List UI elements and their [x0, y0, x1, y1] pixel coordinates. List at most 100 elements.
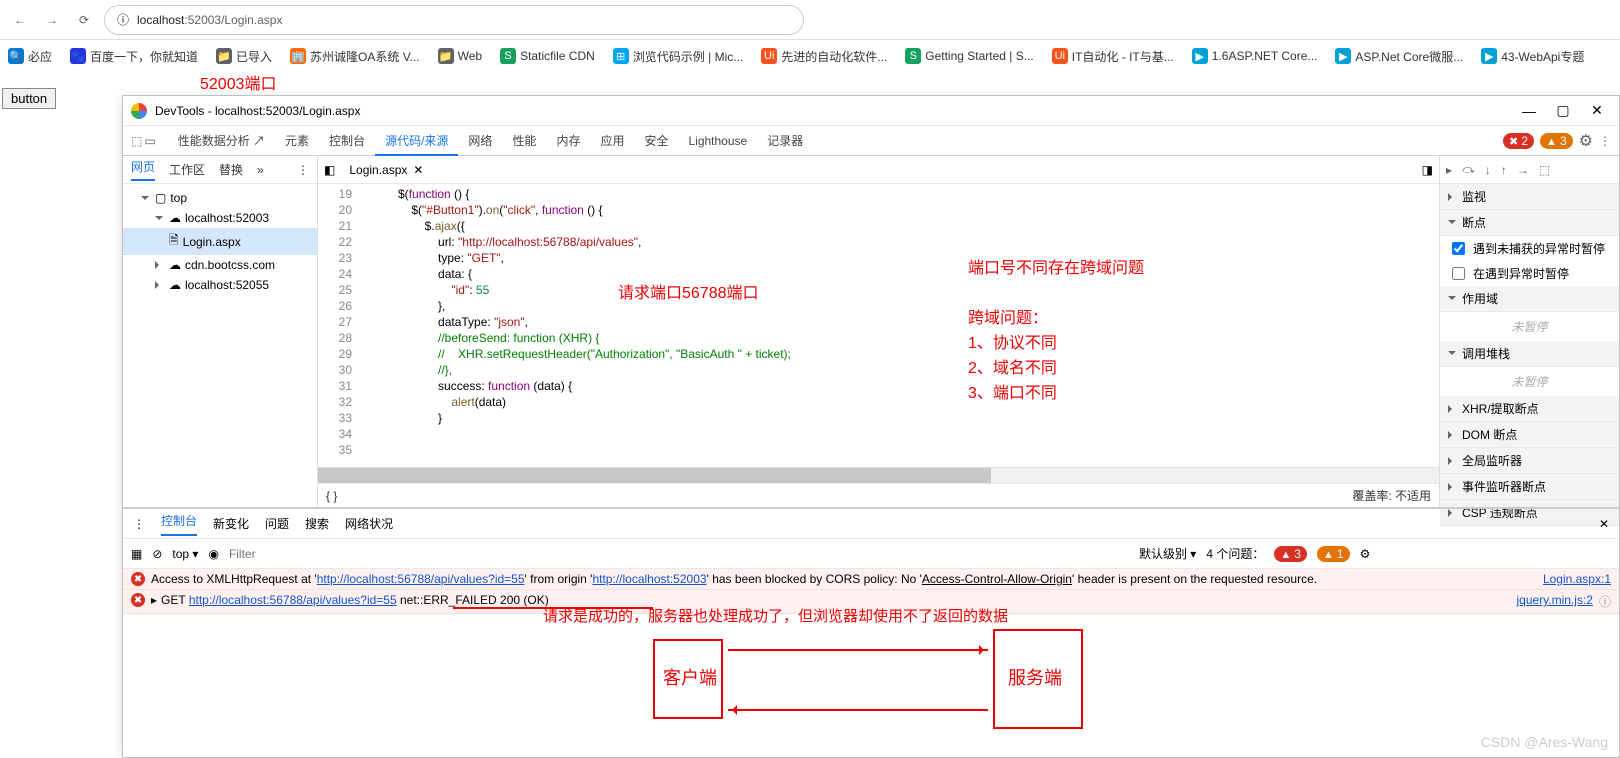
devtools-tab[interactable]: 安全 — [634, 128, 678, 154]
xhr-bp-header[interactable]: XHR/提取断点 — [1440, 396, 1619, 422]
maximize-button[interactable]: ▢ — [1549, 100, 1577, 122]
reload-button[interactable]: ⟳ — [72, 8, 96, 32]
console-error-cors: ✖ Access to XMLHttpRequest at 'http://lo… — [123, 569, 1619, 590]
bp-caught-checkbox[interactable] — [1452, 267, 1465, 280]
editor-more-icon[interactable]: ◨ — [1422, 163, 1433, 177]
file-nav-icon[interactable]: ◧ — [324, 163, 335, 177]
horizontal-scrollbar[interactable] — [318, 467, 1439, 483]
console-tabs: ⋮ 控制台 新变化 问题 搜索 网络状况 ✕ — [123, 509, 1619, 539]
drawer-close-icon[interactable]: ✕ — [1599, 517, 1609, 531]
deactivate-bp-icon[interactable]: ⬚ — [1539, 163, 1550, 177]
bookmark-item[interactable]: ▶1.6ASP.NET Core... — [1192, 48, 1318, 64]
warning-count-badge[interactable]: ▲ 3 — [1540, 133, 1573, 149]
tree-host-52055[interactable]: ☁ localhost:52055 — [123, 275, 317, 295]
clear-console-icon[interactable]: ⊘ — [152, 547, 162, 561]
step-into-icon[interactable]: ↓ — [1485, 163, 1491, 177]
error-source-link-2[interactable]: jquery.min.js:2 — [1517, 593, 1593, 610]
console-output[interactable]: ✖ Access to XMLHttpRequest at 'http://lo… — [123, 569, 1619, 757]
sidebar-more-icon[interactable]: ⋮ — [297, 163, 309, 177]
resume-icon[interactable]: ▸ — [1446, 163, 1452, 177]
issues-error-badge[interactable]: ▲ 3 — [1274, 546, 1307, 562]
bp-uncaught-label: 遇到未捕获的异常时暂停 — [1473, 240, 1605, 257]
back-button[interactable]: ← — [8, 8, 32, 32]
console-filter-input[interactable] — [229, 547, 1129, 561]
page-button[interactable]: button — [2, 88, 56, 109]
devtools-tab[interactable]: 控制台 — [319, 128, 375, 154]
event-bp-header[interactable]: 事件监听器断点 — [1440, 474, 1619, 500]
settings-icon[interactable]: ⚙ — [1579, 131, 1593, 151]
tree-file-login[interactable]: 🗎 Login.aspx — [123, 228, 317, 255]
console-sidebar-icon[interactable]: ▦ — [131, 547, 142, 561]
breakpoints-header[interactable]: 断点 — [1440, 210, 1619, 236]
error-source-link[interactable]: Login.aspx:1 — [1543, 572, 1611, 586]
devtools-tab[interactable]: 网络 — [458, 128, 502, 154]
browser-nav: ← → ⟳ ⓘ localhost:52003/Login.aspx — [0, 0, 1620, 40]
devtools-tab[interactable]: 源代码/来源 — [375, 128, 458, 156]
tab-search[interactable]: 搜索 — [305, 515, 329, 532]
bookmark-item[interactable]: 📁已导入 — [216, 48, 272, 65]
scope-header[interactable]: 作用域 — [1440, 286, 1619, 312]
file-tab-login[interactable]: Login.aspx ✕ — [343, 159, 429, 181]
drawer-menu-icon[interactable]: ⋮ — [133, 517, 145, 531]
devtools-tab[interactable]: 记录器 — [757, 128, 813, 154]
devtools-tab[interactable]: Lighthouse — [678, 128, 757, 154]
bp-uncaught-checkbox[interactable] — [1452, 242, 1465, 255]
devtools-tab[interactable]: 性能数据分析 ↗ — [168, 128, 275, 154]
tab-workspace[interactable]: 工作区 — [169, 161, 205, 178]
issues-warn-badge[interactable]: ▲ 1 — [1317, 546, 1350, 562]
bookmark-item[interactable]: ▶43-WebApi专题 — [1481, 48, 1584, 65]
bookmark-item[interactable]: SGetting Started | S... — [905, 48, 1034, 64]
issues-label: 4 个问题： — [1206, 545, 1264, 562]
tree-top[interactable]: ▢ top — [123, 188, 317, 208]
close-button[interactable]: ✕ — [1583, 100, 1611, 122]
minimize-button[interactable]: — — [1515, 100, 1543, 122]
bookmark-item[interactable]: SStaticfile CDN — [500, 48, 595, 64]
step-icon[interactable]: → — [1517, 163, 1529, 177]
code-area[interactable]: 1920212223242526272829303132333435 $(fun… — [318, 184, 1439, 467]
tab-page[interactable]: 网页 — [131, 158, 155, 181]
devtools-tab[interactable]: 元素 — [275, 128, 319, 154]
callstack-header[interactable]: 调用堆栈 — [1440, 341, 1619, 367]
tree-host-52003[interactable]: ☁ localhost:52003 — [123, 208, 317, 228]
tab-overrides[interactable]: 替换 — [219, 161, 243, 178]
tab-network-cond[interactable]: 网络状况 — [345, 515, 393, 532]
tab-more[interactable]: » — [257, 163, 264, 177]
more-icon[interactable]: ⋮ — [1599, 134, 1611, 148]
tree-host-cdn[interactable]: ☁ cdn.bootcss.com — [123, 255, 317, 275]
bookmark-item[interactable]: 🔍必应 — [8, 48, 52, 65]
dom-bp-header[interactable]: DOM 断点 — [1440, 422, 1619, 448]
format-icon[interactable]: { } — [326, 489, 337, 503]
tab-issues[interactable]: 问题 — [265, 515, 289, 532]
bookmark-item[interactable]: ⊞浏览代码示例 | Mic... — [613, 48, 743, 65]
watch-header[interactable]: 监视 — [1440, 184, 1619, 210]
console-drawer: ⋮ 控制台 新变化 问题 搜索 网络状况 ✕ ▦ ⊘ top ▾ ◉ 默认级别 … — [123, 507, 1619, 757]
url-bar[interactable]: ⓘ localhost:52003/Login.aspx — [104, 5, 804, 35]
bookmark-item[interactable]: UiIT自动化 - IT与基... — [1052, 48, 1174, 65]
devtools-tab[interactable]: 内存 — [546, 128, 590, 154]
global-listener-header[interactable]: 全局监听器 — [1440, 448, 1619, 474]
devtools-tab[interactable]: 应用 — [590, 128, 634, 154]
tab-console[interactable]: 控制台 — [161, 512, 197, 536]
log-level-selector[interactable]: 默认级别 ▾ — [1139, 545, 1196, 562]
devtools-tab[interactable]: 性能 — [502, 128, 546, 154]
site-info-icon[interactable]: ⓘ — [117, 11, 129, 28]
error-count-badge[interactable]: ✖ 2 — [1503, 133, 1534, 149]
step-over-icon[interactable]: ⤼ — [1462, 162, 1475, 177]
bookmark-item[interactable]: 🏢苏州诚隆OA系统 V... — [290, 48, 420, 65]
device-icon[interactable]: ▭ — [144, 134, 155, 148]
inspect-icon[interactable]: ⬚ — [131, 134, 142, 148]
forward-button[interactable]: → — [40, 8, 64, 32]
console-settings-icon[interactable]: ⚙ — [1360, 547, 1371, 561]
bookmark-item[interactable]: 🐾百度一下，你就知道 — [70, 48, 198, 65]
error-icon: ✖ — [131, 593, 145, 607]
annotation-server-box — [993, 629, 1083, 729]
step-out-icon[interactable]: ↑ — [1501, 163, 1507, 177]
bookmark-item[interactable]: Ui先进的自动化软件... — [761, 48, 887, 65]
tab-whatsnew[interactable]: 新变化 — [213, 515, 249, 532]
bookmark-item[interactable]: 📁Web — [438, 48, 482, 64]
live-expr-icon[interactable]: ◉ — [208, 547, 218, 561]
close-tab-icon[interactable]: ✕ — [413, 163, 423, 177]
context-selector[interactable]: top ▾ — [172, 547, 198, 561]
coverage-label: 覆盖率: 不适用 — [1352, 487, 1431, 504]
bookmark-item[interactable]: ▶ASP.Net Core微服... — [1335, 48, 1463, 65]
